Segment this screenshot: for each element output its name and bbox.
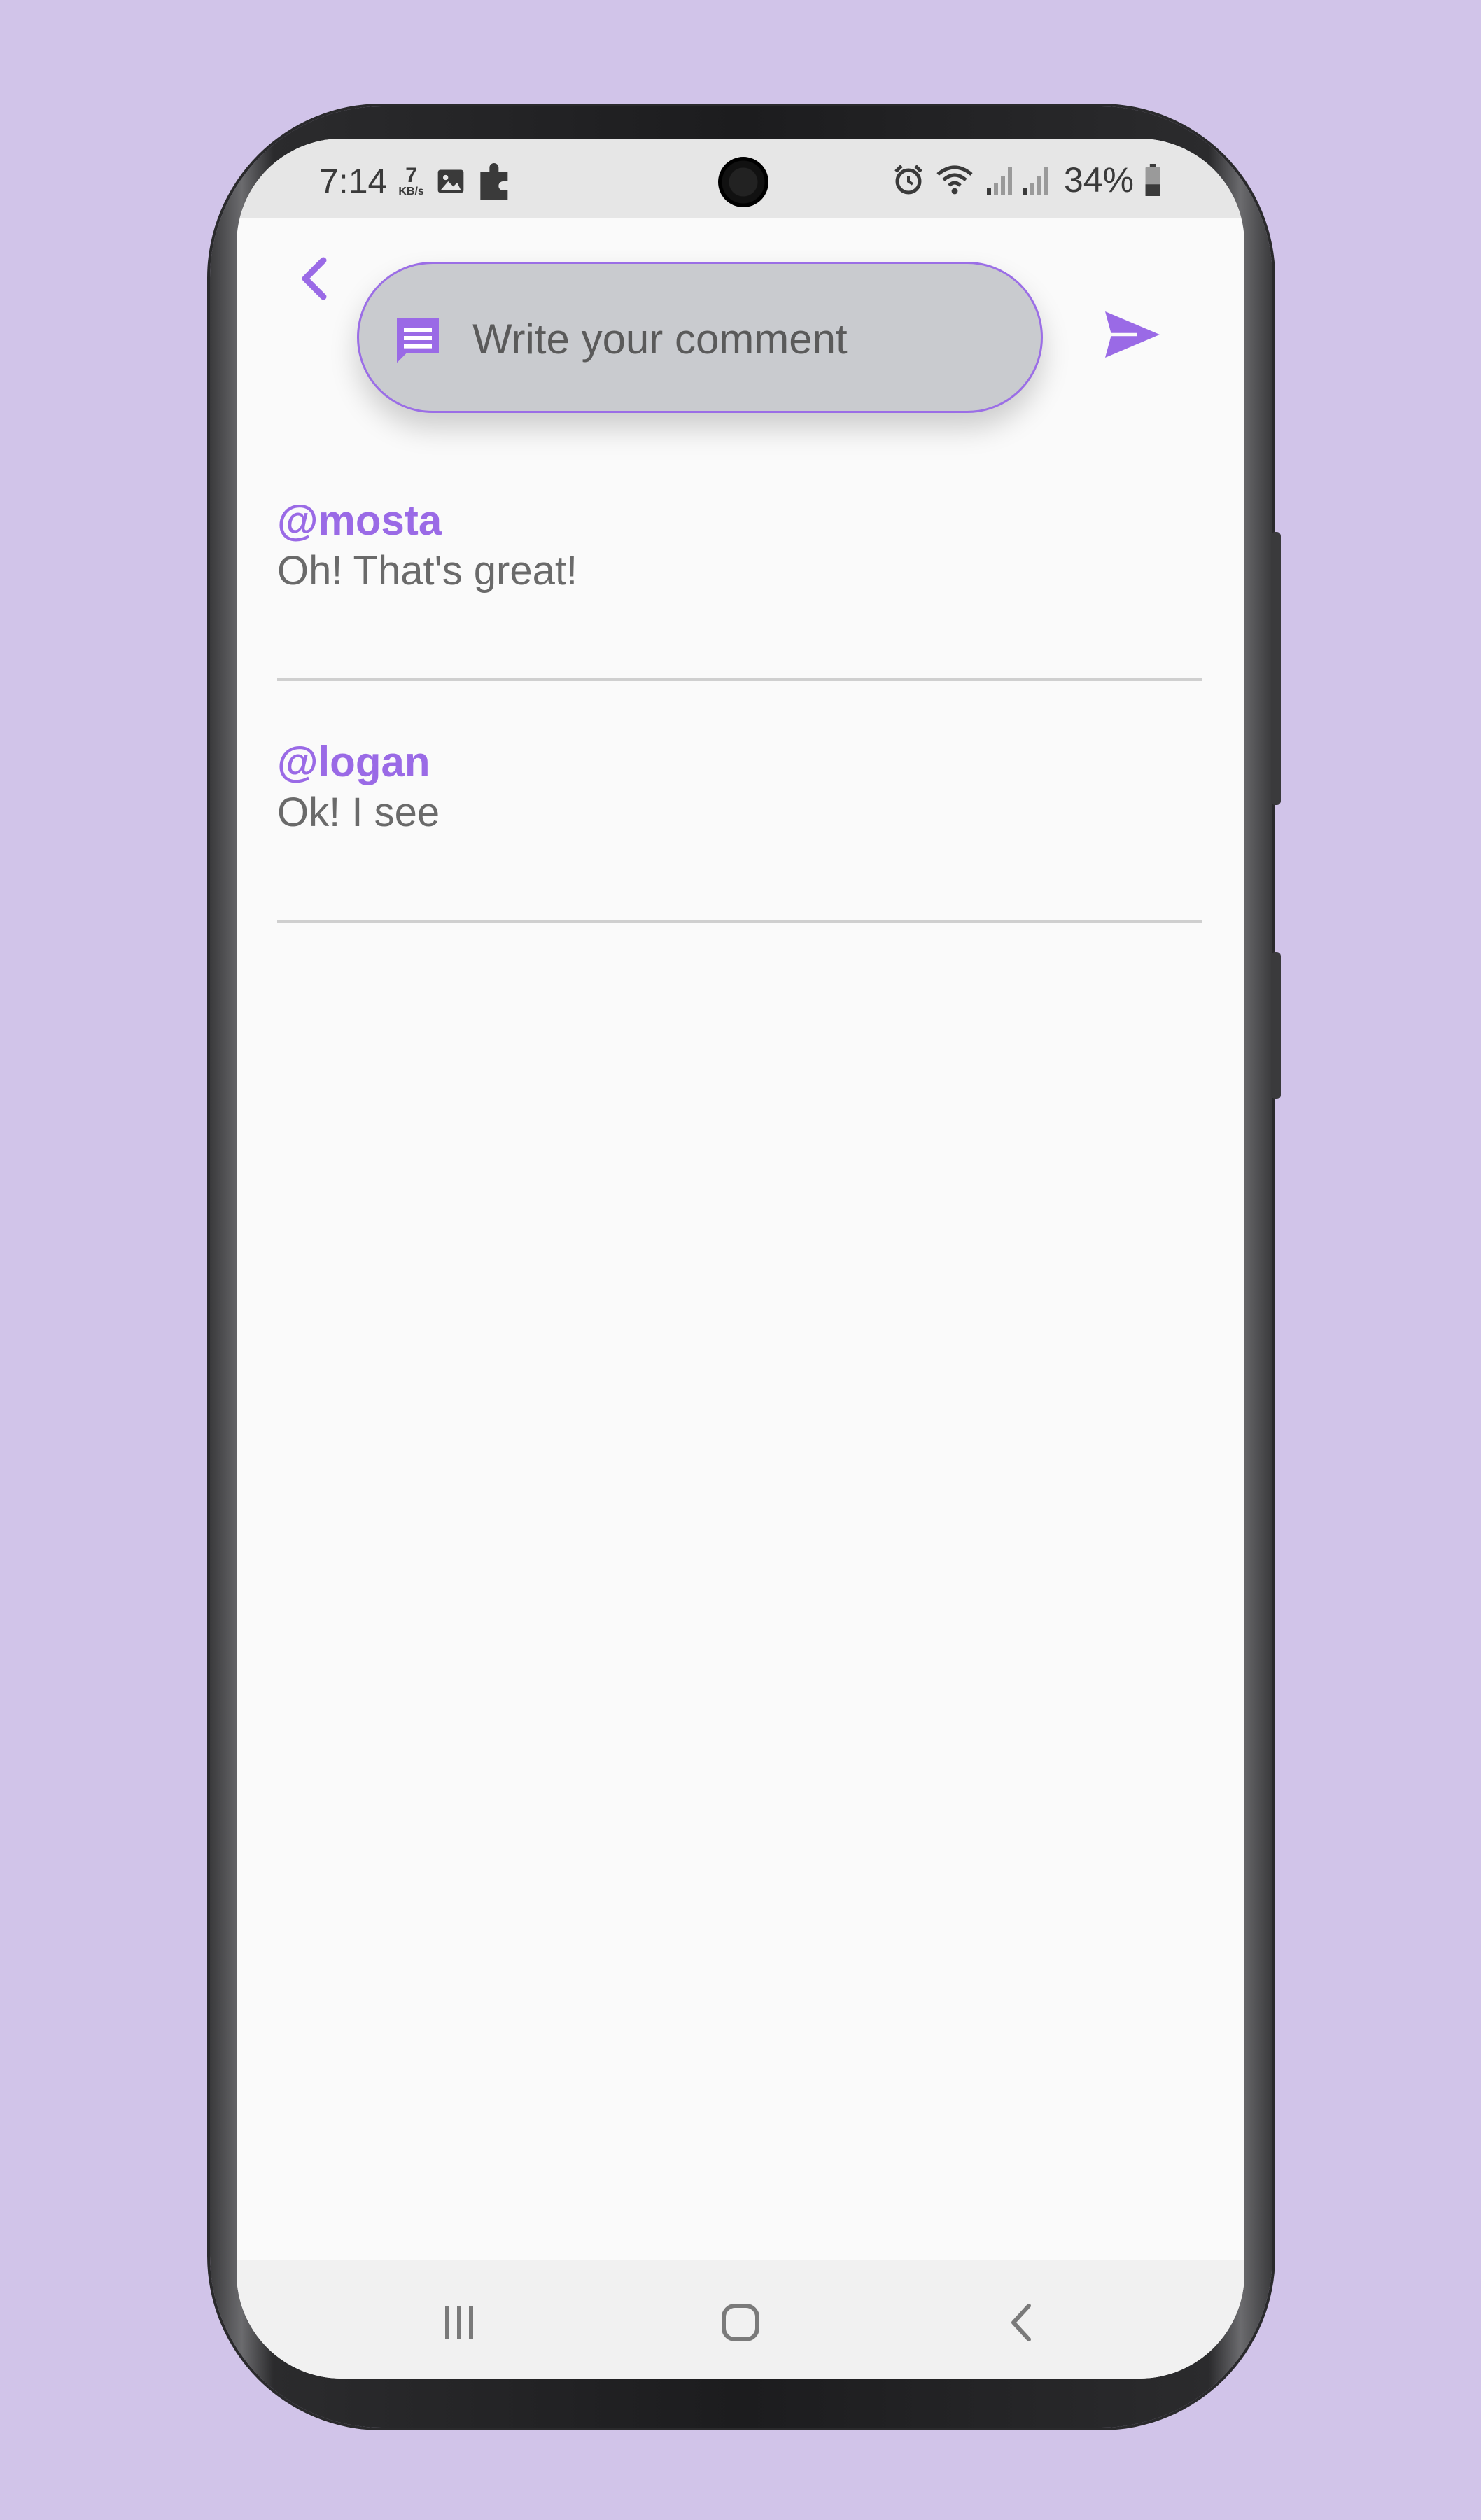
comment-input[interactable] bbox=[471, 299, 1006, 379]
back-icon bbox=[1011, 2304, 1031, 2342]
home-button[interactable] bbox=[706, 2288, 775, 2358]
volume-button bbox=[1271, 532, 1281, 805]
status-bar: 7:14 7 KB/s 34% bbox=[237, 139, 1244, 218]
comment-item: @mosta Oh! That's great! bbox=[277, 496, 1202, 681]
recents-icon bbox=[445, 2306, 473, 2339]
front-camera bbox=[718, 157, 768, 207]
chevron-left-icon bbox=[302, 257, 327, 300]
comment-text: Oh! That's great! bbox=[277, 548, 578, 594]
network-speed: 7 KB/s bbox=[398, 165, 423, 197]
recents-button[interactable] bbox=[424, 2288, 494, 2358]
status-right: 34% bbox=[892, 160, 1162, 200]
gallery-icon bbox=[437, 169, 464, 193]
back-button[interactable] bbox=[279, 244, 349, 314]
status-time: 7:14 bbox=[319, 162, 388, 201]
network-speed-unit: KB/s bbox=[398, 186, 424, 197]
comment-item: @logan Ok! I see bbox=[277, 737, 1202, 923]
alarm-icon bbox=[894, 164, 922, 195]
battery-icon bbox=[1145, 164, 1160, 196]
comment-username[interactable]: @logan bbox=[277, 737, 1202, 788]
send-icon bbox=[1105, 312, 1160, 358]
system-nav-bar bbox=[237, 2260, 1244, 2379]
signal-icon bbox=[986, 167, 1048, 195]
nav-back-button[interactable] bbox=[987, 2288, 1057, 2358]
chat-bubble-icon bbox=[397, 318, 439, 363]
network-speed-value: 7 bbox=[405, 164, 417, 187]
home-icon bbox=[722, 2304, 759, 2342]
status-left: 7:14 7 KB/s bbox=[319, 160, 514, 203]
battery-percent: 34% bbox=[1063, 160, 1134, 200]
wifi-icon bbox=[936, 165, 973, 195]
power-button bbox=[1271, 952, 1281, 1099]
app-screen: 7:14 7 KB/s 34% Write your comment @most… bbox=[237, 139, 1244, 2379]
comment-username[interactable]: @mosta bbox=[277, 496, 1202, 546]
puzzle-icon bbox=[480, 163, 508, 200]
comment-text: Ok! I see bbox=[277, 790, 440, 835]
send-button[interactable] bbox=[1097, 300, 1167, 370]
comment-input-pill[interactable] bbox=[357, 262, 1043, 413]
